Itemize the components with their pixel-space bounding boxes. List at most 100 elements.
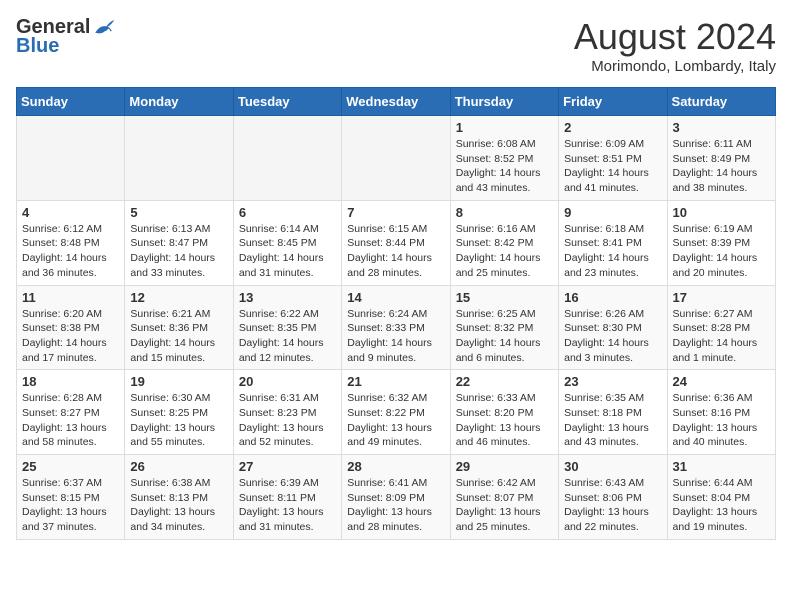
day-number: 6 xyxy=(239,205,336,220)
day-number: 28 xyxy=(347,459,444,474)
page-header: General Blue August 2024 Morimondo, Lomb… xyxy=(16,16,776,75)
calendar-cell: 11Sunrise: 6:20 AM Sunset: 8:38 PM Dayli… xyxy=(17,285,125,370)
day-number: 2 xyxy=(564,120,661,135)
day-info: Sunrise: 6:13 AM Sunset: 8:47 PM Dayligh… xyxy=(130,222,227,281)
day-number: 23 xyxy=(564,374,661,389)
day-number: 10 xyxy=(673,205,770,220)
day-info: Sunrise: 6:16 AM Sunset: 8:42 PM Dayligh… xyxy=(456,222,553,281)
calendar-cell: 15Sunrise: 6:25 AM Sunset: 8:32 PM Dayli… xyxy=(450,285,558,370)
day-number: 12 xyxy=(130,290,227,305)
day-number: 27 xyxy=(239,459,336,474)
day-number: 29 xyxy=(456,459,553,474)
calendar-table: SundayMondayTuesdayWednesdayThursdayFrid… xyxy=(16,87,776,540)
day-number: 20 xyxy=(239,374,336,389)
month-title: August 2024 xyxy=(574,16,776,58)
calendar-cell: 6Sunrise: 6:14 AM Sunset: 8:45 PM Daylig… xyxy=(233,200,341,285)
day-info: Sunrise: 6:27 AM Sunset: 8:28 PM Dayligh… xyxy=(673,307,770,366)
calendar-cell: 14 Sunrise: 6:24 AM Sunset: 8:33 PM Dayli… xyxy=(342,285,450,370)
day-info: Sunrise: 6:30 AM Sunset: 8:25 PM Dayligh… xyxy=(130,391,227,450)
calendar-cell xyxy=(17,116,125,201)
calendar-cell: 29 Sunrise: 6:42 AM Sunset: 8:07 PM Dayli… xyxy=(450,455,558,540)
calendar-week-row: 11Sunrise: 6:20 AM Sunset: 8:38 PM Dayli… xyxy=(17,285,776,370)
day-number: 4 xyxy=(22,205,119,220)
day-number: 16 xyxy=(564,290,661,305)
calendar-cell: 13 Sunrise: 6:22 AM Sunset: 8:35 PM Dayli… xyxy=(233,285,341,370)
calendar-cell: 5 Sunrise: 6:13 AM Sunset: 8:47 PM Daylig… xyxy=(125,200,233,285)
calendar-cell: 8 Sunrise: 6:16 AM Sunset: 8:42 PM Daylig… xyxy=(450,200,558,285)
calendar-cell: 4 Sunrise: 6:12 AM Sunset: 8:48 PM Daylig… xyxy=(17,200,125,285)
calendar-cell: 31Sunrise: 6:44 AM Sunset: 8:04 PM Dayli… xyxy=(667,455,775,540)
day-number: 24 xyxy=(673,374,770,389)
calendar-week-row: 4 Sunrise: 6:12 AM Sunset: 8:48 PM Daylig… xyxy=(17,200,776,285)
day-number: 5 xyxy=(130,205,227,220)
day-info: Sunrise: 6:08 AM Sunset: 8:52 PM Dayligh… xyxy=(456,137,553,196)
title-area: August 2024 Morimondo, Lombardy, Italy xyxy=(574,16,776,75)
day-info: Sunrise: 6:42 AM Sunset: 8:07 PM Dayligh… xyxy=(456,476,553,535)
day-info: Sunrise: 6:36 AM Sunset: 8:16 PM Dayligh… xyxy=(673,391,770,450)
day-number: 26 xyxy=(130,459,227,474)
day-info: Sunrise: 6:26 AM Sunset: 8:30 PM Dayligh… xyxy=(564,307,661,366)
logo-bird-icon xyxy=(92,18,116,38)
calendar-cell: 18Sunrise: 6:28 AM Sunset: 8:27 PM Dayli… xyxy=(17,370,125,455)
calendar-cell xyxy=(233,116,341,201)
day-info: Sunrise: 6:15 AM Sunset: 8:44 PM Dayligh… xyxy=(347,222,444,281)
calendar-day-header: Friday xyxy=(559,88,667,116)
calendar-cell: 3 Sunrise: 6:11 AM Sunset: 8:49 PM Daylig… xyxy=(667,116,775,201)
calendar-day-header: Thursday xyxy=(450,88,558,116)
calendar-cell: 7 Sunrise: 6:15 AM Sunset: 8:44 PM Daylig… xyxy=(342,200,450,285)
calendar-cell: 19Sunrise: 6:30 AM Sunset: 8:25 PM Dayli… xyxy=(125,370,233,455)
calendar-day-header: Monday xyxy=(125,88,233,116)
day-info: Sunrise: 6:35 AM Sunset: 8:18 PM Dayligh… xyxy=(564,391,661,450)
day-number: 13 xyxy=(239,290,336,305)
day-info: Sunrise: 6:19 AM Sunset: 8:39 PM Dayligh… xyxy=(673,222,770,281)
day-info: Sunrise: 6:22 AM Sunset: 8:35 PM Dayligh… xyxy=(239,307,336,366)
calendar-cell: 25 Sunrise: 6:37 AM Sunset: 8:15 PM Dayli… xyxy=(17,455,125,540)
calendar-week-row: 1Sunrise: 6:08 AM Sunset: 8:52 PM Daylig… xyxy=(17,116,776,201)
calendar-cell: 23 Sunrise: 6:35 AM Sunset: 8:18 PM Dayli… xyxy=(559,370,667,455)
calendar-day-header: Saturday xyxy=(667,88,775,116)
location: Morimondo, Lombardy, Italy xyxy=(574,58,776,75)
day-info: Sunrise: 6:33 AM Sunset: 8:20 PM Dayligh… xyxy=(456,391,553,450)
calendar-day-header: Sunday xyxy=(17,88,125,116)
day-info: Sunrise: 6:43 AM Sunset: 8:06 PM Dayligh… xyxy=(564,476,661,535)
calendar-day-header: Tuesday xyxy=(233,88,341,116)
calendar-cell xyxy=(125,116,233,201)
calendar-cell: 1Sunrise: 6:08 AM Sunset: 8:52 PM Daylig… xyxy=(450,116,558,201)
day-info: Sunrise: 6:37 AM Sunset: 8:15 PM Dayligh… xyxy=(22,476,119,535)
calendar-cell: 28Sunrise: 6:41 AM Sunset: 8:09 PM Dayli… xyxy=(342,455,450,540)
day-number: 9 xyxy=(564,205,661,220)
calendar-cell: 20 Sunrise: 6:31 AM Sunset: 8:23 PM Dayli… xyxy=(233,370,341,455)
day-number: 11 xyxy=(22,290,119,305)
day-number: 31 xyxy=(673,459,770,474)
day-info: Sunrise: 6:11 AM Sunset: 8:49 PM Dayligh… xyxy=(673,137,770,196)
day-number: 21 xyxy=(347,374,444,389)
calendar-cell: 16 Sunrise: 6:26 AM Sunset: 8:30 PM Dayli… xyxy=(559,285,667,370)
day-info: Sunrise: 6:09 AM Sunset: 8:51 PM Dayligh… xyxy=(564,137,661,196)
day-number: 7 xyxy=(347,205,444,220)
day-info: Sunrise: 6:12 AM Sunset: 8:48 PM Dayligh… xyxy=(22,222,119,281)
day-number: 22 xyxy=(456,374,553,389)
day-number: 25 xyxy=(22,459,119,474)
calendar-cell: 24 Sunrise: 6:36 AM Sunset: 8:16 PM Dayli… xyxy=(667,370,775,455)
calendar-week-row: 18Sunrise: 6:28 AM Sunset: 8:27 PM Dayli… xyxy=(17,370,776,455)
day-number: 3 xyxy=(673,120,770,135)
calendar-cell: 9Sunrise: 6:18 AM Sunset: 8:41 PM Daylig… xyxy=(559,200,667,285)
calendar-cell: 2 Sunrise: 6:09 AM Sunset: 8:51 PM Daylig… xyxy=(559,116,667,201)
day-info: Sunrise: 6:28 AM Sunset: 8:27 PM Dayligh… xyxy=(22,391,119,450)
logo-blue-text: Blue xyxy=(16,35,59,58)
day-info: Sunrise: 6:32 AM Sunset: 8:22 PM Dayligh… xyxy=(347,391,444,450)
day-info: Sunrise: 6:39 AM Sunset: 8:11 PM Dayligh… xyxy=(239,476,336,535)
day-number: 8 xyxy=(456,205,553,220)
logo: General Blue xyxy=(16,16,116,58)
calendar-cell: 26Sunrise: 6:38 AM Sunset: 8:13 PM Dayli… xyxy=(125,455,233,540)
day-number: 15 xyxy=(456,290,553,305)
calendar-cell: 21 Sunrise: 6:32 AM Sunset: 8:22 PM Dayli… xyxy=(342,370,450,455)
calendar-cell: 10 Sunrise: 6:19 AM Sunset: 8:39 PM Dayli… xyxy=(667,200,775,285)
calendar-week-row: 25 Sunrise: 6:37 AM Sunset: 8:15 PM Dayli… xyxy=(17,455,776,540)
calendar-cell: 22 Sunrise: 6:33 AM Sunset: 8:20 PM Dayli… xyxy=(450,370,558,455)
day-number: 14 xyxy=(347,290,444,305)
day-info: Sunrise: 6:31 AM Sunset: 8:23 PM Dayligh… xyxy=(239,391,336,450)
day-info: Sunrise: 6:24 AM Sunset: 8:33 PM Dayligh… xyxy=(347,307,444,366)
calendar-cell: 30Sunrise: 6:43 AM Sunset: 8:06 PM Dayli… xyxy=(559,455,667,540)
day-info: Sunrise: 6:21 AM Sunset: 8:36 PM Dayligh… xyxy=(130,307,227,366)
